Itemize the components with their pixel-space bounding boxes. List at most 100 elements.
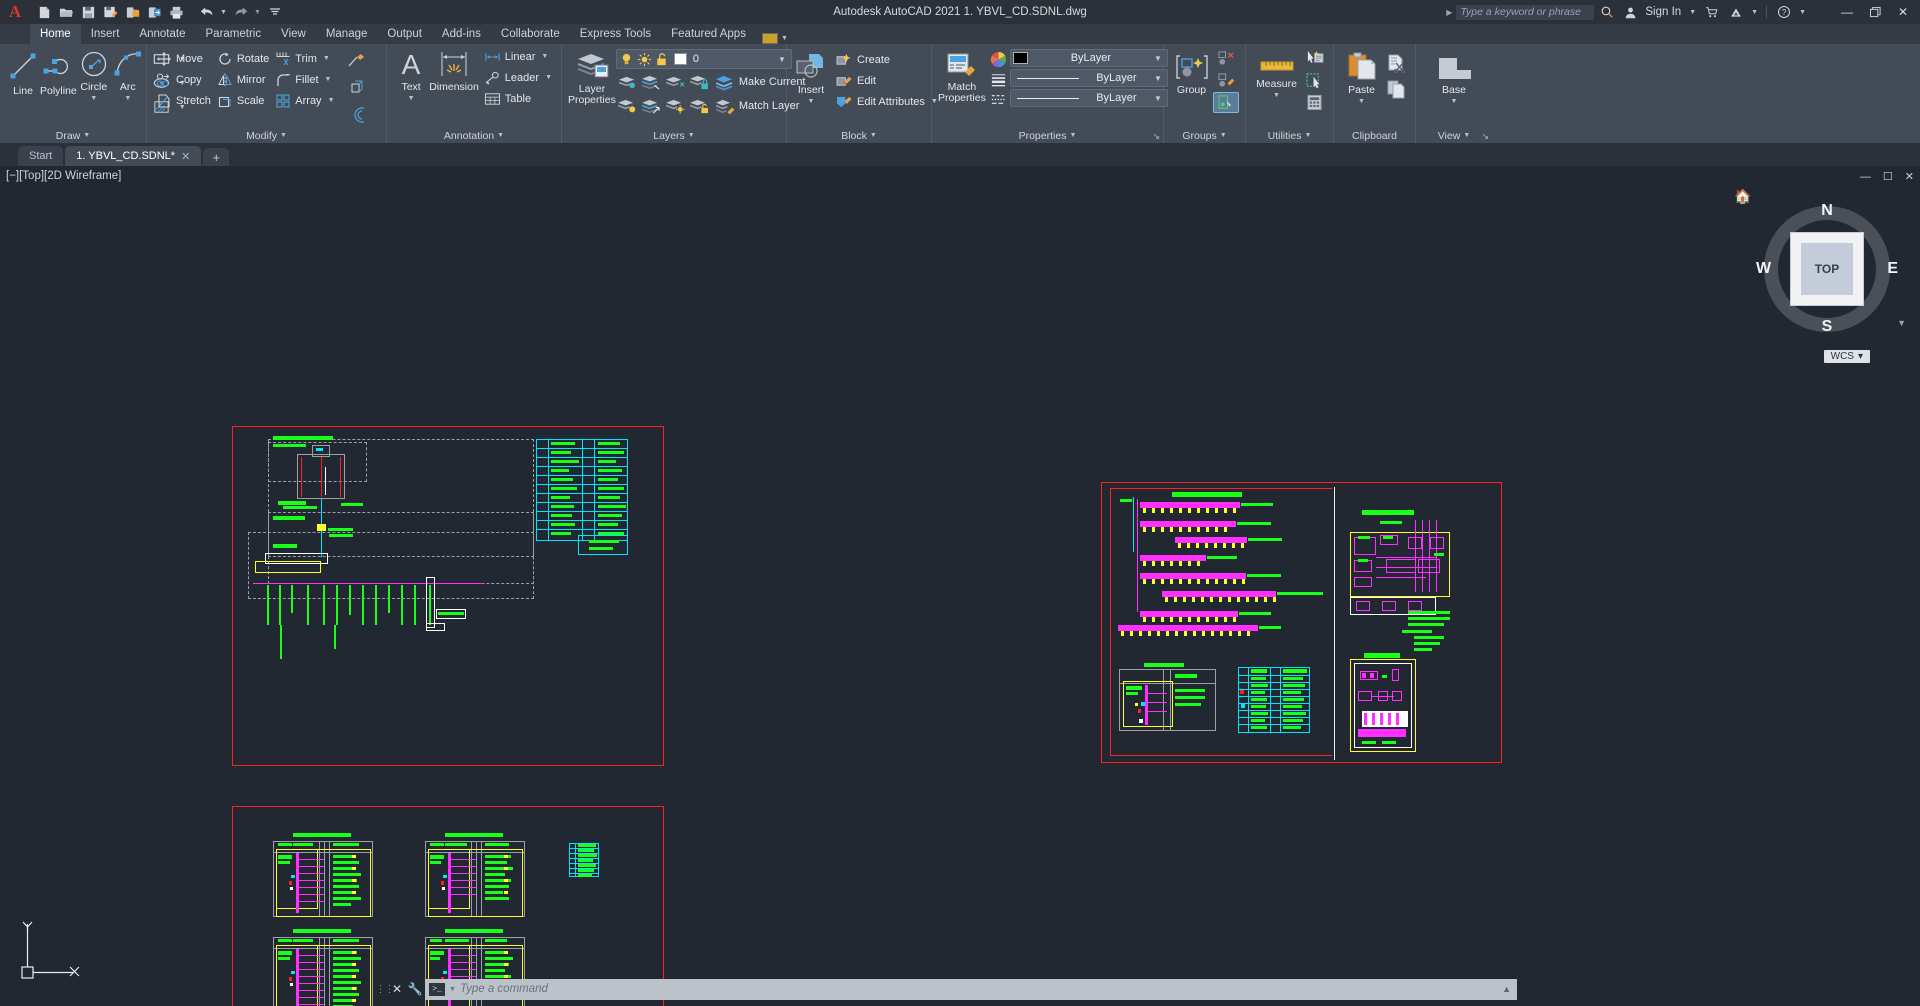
layer-on-icon[interactable]: [619, 52, 634, 67]
viewcube-west-label[interactable]: W: [1756, 260, 1771, 278]
autodesk-services-icon[interactable]: [1725, 2, 1747, 22]
move-button[interactable]: Move: [153, 49, 214, 68]
circle-dropdown-icon[interactable]: ▼: [90, 93, 97, 105]
layer-isolate-button[interactable]: [616, 71, 640, 93]
autocad-logo-icon[interactable]: A: [0, 0, 30, 24]
save-icon[interactable]: [78, 2, 99, 22]
object-color-combo[interactable]: ByLayer ▼: [1009, 49, 1168, 67]
panel-annotation-expand-icon[interactable]: ▼: [497, 132, 504, 139]
ribbon-tab-output[interactable]: Output: [377, 24, 432, 44]
linear-dimension-button[interactable]: Linear ▼: [481, 47, 555, 66]
sheet-top-left[interactable]: [232, 426, 664, 766]
ribbon-tab-addins[interactable]: Add-ins: [432, 24, 491, 44]
panel-modify-expand-icon[interactable]: ▼: [280, 132, 287, 139]
panel-title-draw[interactable]: Draw ▼: [2, 128, 144, 143]
ribbon-tab-manage[interactable]: Manage: [316, 24, 378, 44]
viewport-minimize-button[interactable]: —: [1860, 171, 1871, 183]
quick-select-button[interactable]: [1301, 48, 1327, 69]
search-expand-icon[interactable]: ▶: [1446, 8, 1452, 17]
viewcube-top-face[interactable]: TOP: [1790, 232, 1864, 306]
leader-dropdown-icon[interactable]: ▼: [545, 74, 552, 81]
layer-thaw-icon[interactable]: [637, 52, 652, 67]
layer-color-swatch[interactable]: [673, 53, 687, 65]
panel-schedule[interactable]: [273, 929, 373, 1006]
panel-view-expand-icon[interactable]: ▼: [1463, 132, 1470, 139]
ribbon-tab-express-tools[interactable]: Express Tools: [570, 24, 661, 44]
command-line-close-button[interactable]: ✕: [389, 982, 405, 996]
autodesk-app-store-icon[interactable]: [1700, 2, 1723, 22]
new-file-icon[interactable]: [34, 2, 55, 22]
panel-title-modify[interactable]: Modify ▼: [149, 128, 384, 143]
panel-title-view[interactable]: View ▼: [1418, 128, 1490, 143]
command-input-container[interactable]: >_ ▼ ▲: [425, 978, 1517, 1000]
layer-unlock-icon[interactable]: [655, 52, 669, 67]
panel-title-properties[interactable]: Properties ▼: [934, 128, 1161, 143]
minimize-window-button[interactable]: —: [1834, 1, 1860, 23]
group-button[interactable]: Group: [1170, 48, 1213, 96]
viewcube[interactable]: 🏠 N S W E TOP ▼: [1734, 188, 1906, 344]
line-button[interactable]: Line: [6, 47, 40, 97]
layer-freeze-button[interactable]: [640, 71, 664, 93]
panel-title-annotation[interactable]: Annotation ▼: [389, 128, 559, 143]
ribbon-tab-home[interactable]: Home: [30, 24, 81, 44]
group-selection-toggle[interactable]: [1213, 92, 1239, 113]
account-icon[interactable]: [1620, 2, 1641, 22]
explode-button[interactable]: [342, 76, 372, 100]
doctab-drawing[interactable]: 1. YBVL_CD.SDNL* ✕: [65, 146, 202, 166]
command-scroll-up-icon[interactable]: ▲: [1502, 984, 1513, 994]
search-icon[interactable]: [1596, 2, 1618, 22]
view-dialog-launcher-icon[interactable]: ↘: [1481, 131, 1489, 142]
linetype-combo[interactable]: ByLayer ▼: [1009, 89, 1168, 107]
group-edit-button[interactable]: [1213, 70, 1239, 91]
wrench-icon[interactable]: 🔧: [405, 982, 425, 996]
redo-dropdown-icon[interactable]: ▼: [252, 2, 263, 22]
block-diagram-bottom-left[interactable]: [1119, 663, 1216, 733]
control-schematic[interactable]: [1350, 510, 1452, 615]
new-tab-button[interactable]: +: [203, 148, 230, 166]
services-dropdown-icon[interactable]: ▼: [1749, 2, 1760, 22]
equipment-layout[interactable]: [1350, 653, 1416, 753]
insert-block-button[interactable]: Insert ▼: [793, 48, 829, 108]
ribbon-tab-collaborate[interactable]: Collaborate: [491, 24, 570, 44]
insert-dropdown-icon[interactable]: ▼: [808, 96, 815, 108]
panel-layers-expand-icon[interactable]: ▼: [688, 132, 695, 139]
ribbon-tab-featured-apps[interactable]: Featured Apps: [661, 24, 756, 44]
measure-button[interactable]: Measure ▼: [1252, 48, 1301, 102]
ribbon-tab-annotate[interactable]: Annotate: [129, 24, 195, 44]
stretch-button[interactable]: Stretch: [153, 91, 214, 110]
base-view-dropdown-icon[interactable]: ▼: [1451, 96, 1458, 108]
doctab-start[interactable]: Start: [18, 146, 64, 166]
sign-in-dropdown-icon[interactable]: ▼: [1687, 2, 1698, 22]
plot-icon[interactable]: [166, 2, 187, 22]
linear-dropdown-icon[interactable]: ▼: [541, 53, 548, 60]
leader-button[interactable]: Leader ▼: [481, 68, 555, 87]
viewcube-south-label[interactable]: S: [1822, 318, 1833, 336]
ribbon-tab-parametric[interactable]: Parametric: [196, 24, 272, 44]
rotate-button[interactable]: Rotate: [214, 49, 272, 68]
copy-button[interactable]: Copy: [153, 70, 214, 89]
panel-title-layers[interactable]: Layers ▼: [564, 128, 784, 143]
search-input[interactable]: [1456, 4, 1595, 20]
panel-title-clipboard[interactable]: Clipboard: [1336, 128, 1413, 143]
save-to-web-icon[interactable]: [144, 2, 165, 22]
edit-block-button[interactable]: Edit: [833, 71, 941, 90]
create-block-button[interactable]: Create: [833, 50, 941, 69]
sign-in-button[interactable]: Sign In: [1643, 6, 1685, 18]
arc-button[interactable]: Arc ▼: [111, 47, 145, 105]
undo-dropdown-icon[interactable]: ▼: [218, 2, 229, 22]
help-dropdown-icon[interactable]: ▼: [1797, 2, 1808, 22]
ucs-selector-button[interactable]: WCS ▾: [1823, 350, 1870, 363]
home-icon[interactable]: 🏠: [1734, 188, 1751, 205]
redo-icon[interactable]: [230, 2, 251, 22]
viewcube-north-label[interactable]: N: [1821, 202, 1833, 220]
viewport-label[interactable]: [−][Top][2D Wireframe]: [6, 170, 121, 182]
trim-dropdown-icon[interactable]: ▼: [323, 55, 330, 62]
arc-dropdown-icon[interactable]: ▼: [124, 93, 131, 105]
edit-attributes-button[interactable]: Edit Attributes ▼: [833, 92, 941, 111]
linetype-caret-icon[interactable]: ▼: [781, 35, 788, 42]
base-view-button[interactable]: Base ▼: [1427, 52, 1481, 108]
trim-button[interactable]: Trim ▼: [272, 49, 337, 68]
panel-properties-expand-icon[interactable]: ▼: [1069, 132, 1076, 139]
array-button[interactable]: Array ▼: [272, 91, 337, 110]
open-file-icon[interactable]: [56, 2, 77, 22]
